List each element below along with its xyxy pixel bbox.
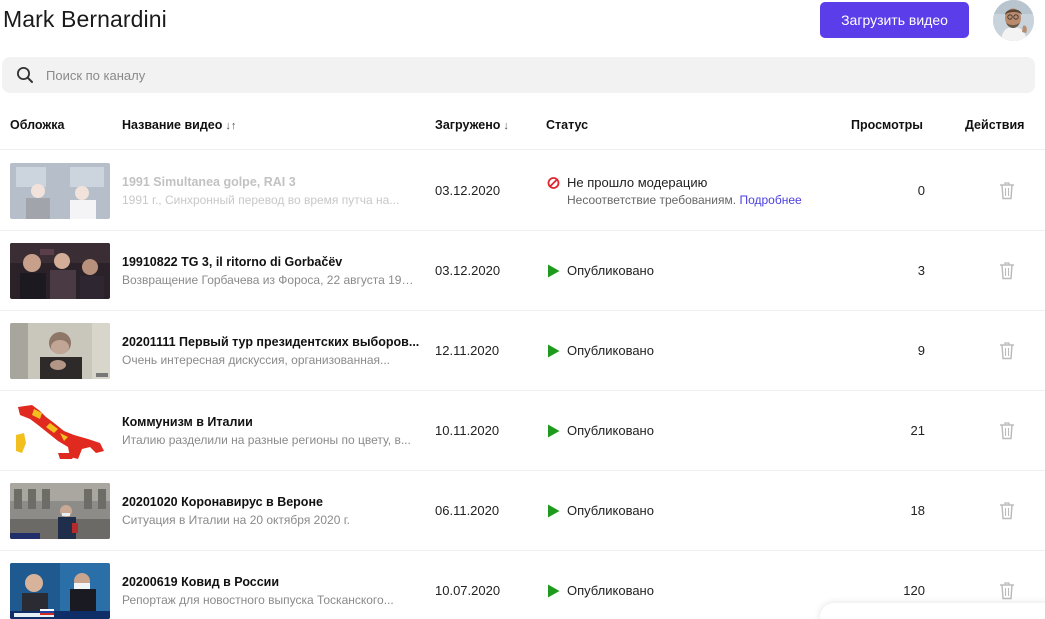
trash-icon[interactable] (999, 501, 1015, 520)
upload-date: 12.11.2020 (435, 343, 500, 358)
video-thumbnail[interactable] (10, 323, 110, 379)
view-count: 3 (917, 263, 925, 278)
table-row[interactable]: 20201111 Первый тур президентских выборо… (0, 311, 1045, 391)
play-triangle-icon (548, 424, 560, 438)
column-title[interactable]: Название видео ↓↑ (122, 118, 236, 132)
video-title[interactable]: 20200619 Ковид в России (122, 575, 422, 589)
upload-date: 06.11.2020 (435, 503, 500, 518)
video-description: Репортаж для новостного выпуска Тосканск… (122, 593, 394, 607)
column-actions: Действия (965, 118, 1025, 132)
view-count: 0 (917, 183, 925, 198)
view-count: 18 (910, 503, 925, 518)
trash-icon[interactable] (999, 181, 1015, 200)
channel-header: Mark Bernardini Загрузить видео (0, 0, 1045, 50)
search-input[interactable] (46, 57, 1006, 93)
column-uploaded-label: Загружено (435, 118, 501, 132)
column-uploaded[interactable]: Загружено ↓ (435, 118, 509, 132)
table-header: Обложка Название видео ↓↑ Загружено ↓ Стат… (0, 110, 1045, 150)
column-status: Статус (546, 118, 589, 132)
prohibited-icon (547, 177, 560, 189)
status-detail: Несоответствие требованиям. Подробнее (567, 193, 802, 207)
video-title[interactable]: 19910822 TG 3, il ritorno di Gorbačëv (122, 255, 422, 269)
channel-title: Mark Bernardini (3, 6, 167, 32)
upload-date: 10.07.2020 (435, 583, 501, 598)
details-link[interactable]: Подробнее (739, 193, 801, 207)
thumbnail-image (10, 243, 110, 299)
column-views: Просмотры (851, 118, 923, 132)
video-title[interactable]: 1991 Simultanea golpe, RAI 3 (122, 175, 422, 189)
search-icon (17, 67, 33, 83)
video-description: Италию разделили на разные регионы по цв… (122, 433, 411, 447)
thumbnail-image (10, 563, 110, 619)
status-text: Опубликовано (567, 343, 654, 358)
table-row[interactable]: 19910822 TG 3, il ritorno di Gorbačëv Во… (0, 231, 1045, 311)
upload-date: 10.11.2020 (435, 423, 500, 438)
video-thumbnail[interactable] (10, 163, 110, 219)
video-description: Возвращение Горбачева из Фороса, 22 авгу… (122, 273, 420, 287)
status-text: Не прошло модерацию (567, 175, 708, 190)
video-thumbnail[interactable] (10, 403, 110, 459)
trash-icon[interactable] (999, 341, 1015, 360)
status-text: Опубликовано (567, 423, 654, 438)
video-title[interactable]: 20201020 Коронавирус в Вероне (122, 495, 422, 509)
avatar[interactable] (993, 0, 1034, 41)
table-row[interactable]: Коммунизм в Италии Италию разделили на р… (0, 391, 1045, 471)
trash-icon[interactable] (999, 261, 1015, 280)
thumbnail-image (10, 163, 110, 219)
video-description: Очень интересная дискуссия, организованн… (122, 353, 390, 367)
thumbnail-image (10, 403, 110, 459)
upload-date: 03.12.2020 (435, 263, 501, 278)
sort-down-icon[interactable]: ↓ (503, 120, 509, 132)
view-count: 120 (903, 583, 925, 598)
video-thumbnail[interactable] (10, 563, 110, 619)
play-triangle-icon (548, 344, 560, 358)
video-thumbnail[interactable] (10, 243, 110, 299)
column-cover: Обложка (10, 118, 65, 132)
thumbnail-image (10, 323, 110, 379)
status-text: Опубликовано (567, 263, 654, 278)
view-count: 21 (910, 423, 925, 438)
play-triangle-icon (548, 504, 560, 518)
floating-panel-edge (820, 603, 1045, 619)
trash-icon[interactable] (999, 421, 1015, 440)
play-triangle-icon (548, 264, 560, 278)
trash-icon[interactable] (999, 581, 1015, 600)
table-row[interactable]: 1991 Simultanea golpe, RAI 3 1991 г., Си… (0, 151, 1045, 231)
column-title-label: Название видео (122, 118, 223, 132)
play-triangle-icon (548, 584, 560, 598)
video-title[interactable]: Коммунизм в Италии (122, 415, 422, 429)
table-row[interactable]: 20201020 Коронавирус в Вероне Ситуация в… (0, 471, 1045, 551)
thumbnail-image (10, 483, 110, 539)
channel-search[interactable] (2, 57, 1035, 93)
avatar-image (993, 0, 1034, 41)
sort-both-icon[interactable]: ↓↑ (225, 120, 236, 132)
status-reason: Несоответствие требованиям. (567, 193, 737, 207)
video-thumbnail[interactable] (10, 483, 110, 539)
status-text: Опубликовано (567, 503, 654, 518)
view-count: 9 (917, 343, 925, 358)
video-title[interactable]: 20201111 Первый тур президентских выборо… (122, 335, 422, 349)
video-description: 1991 г., Синхронный перевод во время пут… (122, 193, 400, 207)
video-description: Ситуация в Италии на 20 октября 2020 г. (122, 513, 350, 527)
status-text: Опубликовано (567, 583, 654, 598)
upload-date: 03.12.2020 (435, 183, 501, 198)
upload-video-button[interactable]: Загрузить видео (820, 2, 969, 38)
